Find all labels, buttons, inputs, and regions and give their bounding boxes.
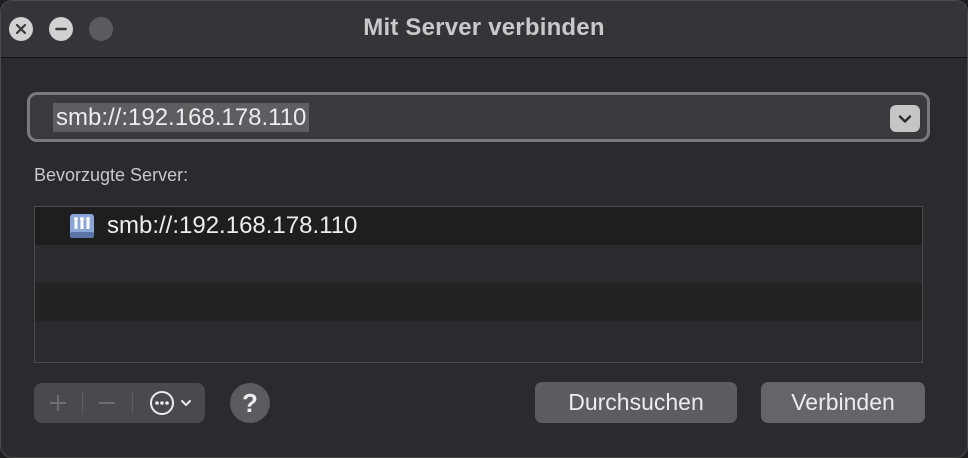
favorite-server-label: smb://:192.168.178.110 [107,212,358,239]
server-address-input[interactable]: smb://:192.168.178.110 [53,103,310,132]
title-bar[interactable]: Mit Server verbinden [1,1,967,58]
empty-list-row [35,245,922,283]
chevron-down-icon [898,114,912,123]
help-button[interactable]: ? [230,383,270,423]
favorites-edit-controls [34,383,205,423]
window-title: Mit Server verbinden [363,14,605,41]
recent-servers-dropdown-button[interactable] [890,105,920,132]
connect-button[interactable]: Verbinden [761,382,925,423]
network-server-icon [70,214,94,238]
list-item[interactable]: smb://:192.168.178.110 [35,207,922,245]
plus-icon [50,395,66,411]
browse-button[interactable]: Durchsuchen [535,382,737,423]
ellipsis-circle-icon [149,391,174,415]
chevron-down-icon [180,400,191,406]
favorite-servers-list[interactable]: smb://:192.168.178.110 [34,206,923,363]
divider [132,392,133,414]
minus-icon [99,402,115,404]
remove-favorite-button[interactable] [83,383,131,423]
empty-list-row [35,321,922,359]
more-actions-menu-button[interactable] [140,383,200,423]
connect-to-server-window: Mit Server verbinden smb://:192.168.178.… [0,0,968,458]
add-favorite-button[interactable] [34,383,82,423]
favorite-servers-label: Bevorzugte Server: [34,165,189,185]
server-address-combobox[interactable]: smb://:192.168.178.110 [27,92,930,142]
empty-list-row [35,283,922,321]
